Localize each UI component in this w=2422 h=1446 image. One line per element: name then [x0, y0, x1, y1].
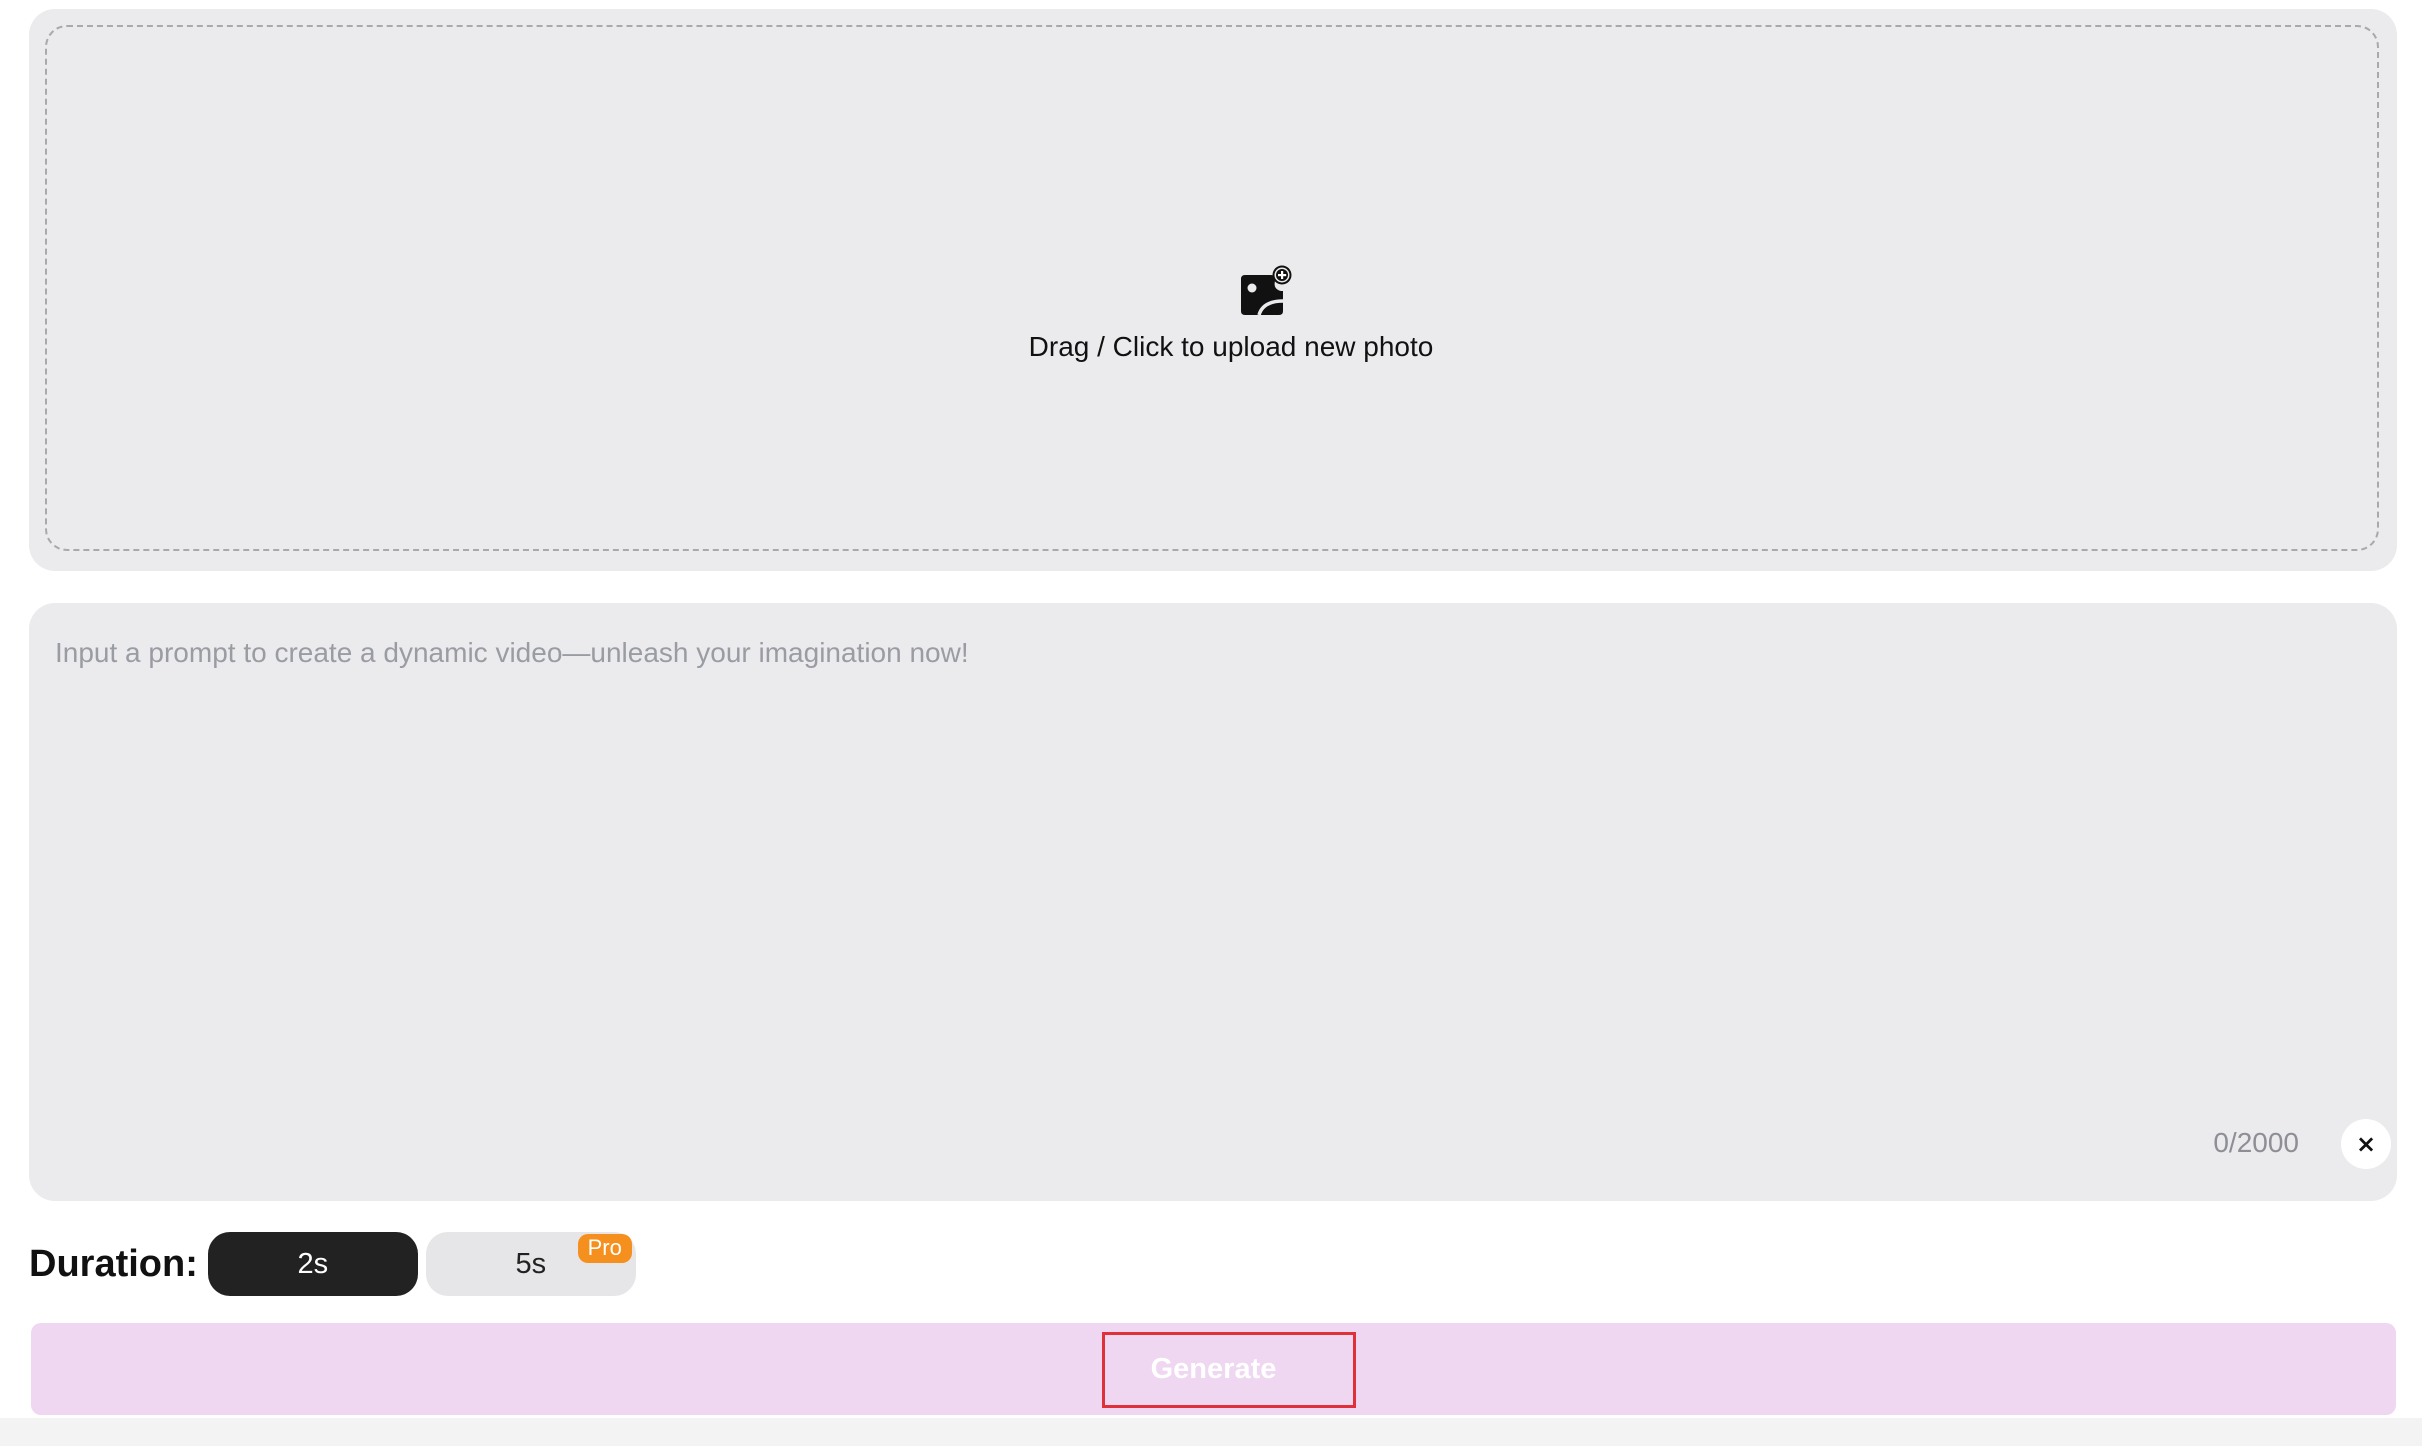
duration-option-5s[interactable]: 5s Pro — [425, 1232, 636, 1296]
close-icon: × — [2355, 1130, 2377, 1158]
duration-option-label: 5s — [515, 1247, 547, 1280]
duration-option-2s[interactable]: 2s — [207, 1232, 418, 1296]
duration-option-label: 2s — [297, 1247, 329, 1280]
prompt-input[interactable] — [55, 633, 2365, 1103]
page: Drag / Click to upload new photo 0/2000 … — [0, 0, 2422, 1446]
upload-card: Drag / Click to upload new photo — [29, 9, 2397, 571]
character-counter: 0/2000 — [2213, 1127, 2299, 1158]
image-add-icon — [1241, 265, 1292, 316]
clear-prompt-button[interactable]: × — [2341, 1119, 2391, 1169]
upload-dropzone[interactable]: Drag / Click to upload new photo — [45, 25, 2379, 551]
prompt-card: 0/2000 × — [29, 603, 2397, 1201]
duration-label: Duration: — [29, 1242, 198, 1285]
generate-highlight-box — [1102, 1332, 1356, 1408]
generate-button[interactable]: Generate — [31, 1323, 2396, 1415]
pro-badge: Pro — [577, 1234, 632, 1263]
upload-label: Drag / Click to upload new photo — [1028, 331, 1434, 362]
bottom-strip — [0, 1418, 2422, 1446]
duration-selector: Duration: 2s 5s Pro — [29, 1232, 644, 1296]
